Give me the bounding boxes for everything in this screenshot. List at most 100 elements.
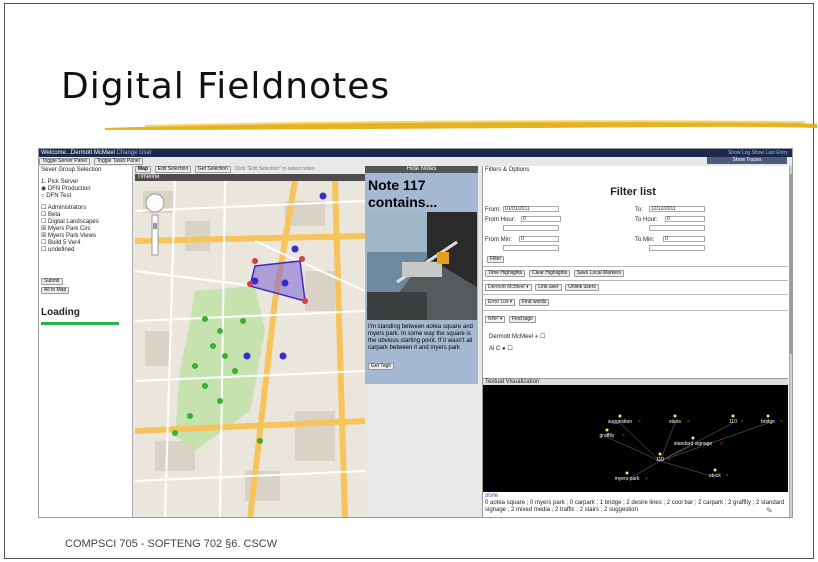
- show-traces-button[interactable]: Show Traces: [707, 157, 787, 164]
- slide-title: Digital Fieldnotes: [61, 66, 391, 107]
- remove-word-icon[interactable]: ×: [668, 457, 671, 463]
- remove-word-icon[interactable]: ×: [645, 476, 648, 482]
- server-option[interactable]: ○ DFN Test: [41, 193, 99, 200]
- user-select[interactable]: Dermott McMeel ▾: [485, 284, 532, 291]
- viz-word[interactable]: 110: [656, 457, 664, 463]
- unlink-users-button[interactable]: Unlink users: [565, 284, 599, 291]
- toggle-server-panel-button[interactable]: Toggle Server Panel: [39, 158, 91, 165]
- group-checkbox[interactable]: ☐ undefined: [41, 247, 99, 254]
- remove-word-icon[interactable]: ×: [726, 473, 729, 479]
- toggle-tasks-panel-button[interactable]: Toggle Tasks Panel: [93, 158, 143, 165]
- from-min-extra[interactable]: [503, 245, 559, 251]
- title-underline-brush: [105, 120, 817, 130]
- viz-node[interactable]: [618, 414, 622, 418]
- map-view[interactable]: [135, 181, 365, 518]
- remove-word-icon[interactable]: ×: [720, 441, 723, 447]
- app-screenshot: Welcome...Dermott McMeel Change User Sho…: [38, 148, 793, 518]
- filter-button[interactable]: Filter: [487, 256, 505, 263]
- hide-notes-button[interactable]: Hide Notes: [365, 166, 478, 173]
- group-checkbox[interactable]: ☐ Digital Landscapes: [41, 219, 99, 226]
- to-hour-input[interactable]: 0: [665, 216, 705, 222]
- group-checkbox[interactable]: ☒ Myers Park Views: [41, 233, 99, 240]
- toolbar: Toggle Server Panel Toggle Tasks Panel: [39, 158, 145, 165]
- find-words-button[interactable]: Find words: [518, 299, 550, 306]
- from-hour-extra[interactable]: [503, 225, 559, 231]
- remove-word-icon[interactable]: ×: [741, 419, 744, 425]
- viz-word[interactable]: stairs: [669, 419, 681, 425]
- add-to-map-button[interactable]: All to Map: [41, 287, 70, 294]
- green-pin-icon: ●: [534, 334, 539, 340]
- viz-node[interactable]: [713, 468, 717, 472]
- viz-word[interactable]: myers park: [615, 476, 640, 482]
- viz-node[interactable]: [625, 471, 629, 475]
- remove-word-icon[interactable]: ×: [638, 419, 641, 425]
- tag-type-select[interactable]: NNP ▾: [485, 316, 506, 323]
- filter-list-title: Filter list: [610, 186, 656, 198]
- from-min-input[interactable]: 0: [519, 236, 559, 242]
- pencil-icon[interactable]: ✎: [766, 506, 773, 515]
- group-checkbox[interactable]: ☐ Build 5 Ver4: [41, 240, 99, 247]
- viz-node[interactable]: [731, 414, 735, 418]
- viz-node[interactable]: [673, 414, 677, 418]
- group-checkbox[interactable]: ☒ Myers Park Circ: [41, 226, 99, 233]
- to-date-input[interactable]: 12/12/2011: [649, 206, 705, 212]
- user-visibility-checkbox[interactable]: ☐: [507, 346, 512, 352]
- group-checkbox[interactable]: ☐ Beta: [41, 212, 99, 219]
- note-panel: Hide Notes Note 117 contains... I'm stan…: [365, 166, 478, 384]
- user-link-row: Dermott McMeel ▾ Link user Unlink users: [485, 284, 601, 291]
- viz-node[interactable]: [691, 436, 695, 440]
- term-frequency-list: 0 aotea square ; 0 myers park ; 0 carpar…: [485, 500, 785, 513]
- viz-word[interactable]: 110: [729, 419, 737, 425]
- time-highlights-button[interactable]: Time Highlights: [485, 270, 526, 277]
- map-toolbar: Map Edit Selection Get Selection Click "…: [135, 166, 365, 173]
- timeline-bar[interactable]: Timeline: [135, 174, 365, 181]
- get-selection-button[interactable]: Get Selection: [194, 166, 231, 173]
- divider: [483, 266, 788, 267]
- viz-word[interactable]: graffity: [600, 433, 615, 439]
- viz-node[interactable]: [658, 452, 662, 456]
- server-option[interactable]: ◉ DFN Production: [41, 186, 99, 193]
- filters-scrollbar[interactable]: [789, 166, 792, 517]
- clear-highlights-button[interactable]: Clear Highlights: [528, 270, 571, 277]
- change-user-link[interactable]: Change User: [117, 150, 152, 156]
- error-list-select[interactable]: Error List ▾: [485, 299, 516, 306]
- filters-panel: Filters & Options Filter list From: 01/0…: [482, 166, 792, 517]
- group-checkbox[interactable]: ☐ Administrators: [41, 205, 99, 212]
- note-title: Note 117 contains...: [368, 177, 438, 210]
- viz-word[interactable]: stock: [709, 473, 721, 479]
- divider: [483, 280, 788, 281]
- remove-word-icon[interactable]: ×: [687, 419, 690, 425]
- server-group-panel: Sever Group Selection 1. Pick Server ◉ D…: [39, 166, 133, 517]
- find-tags-button[interactable]: Find tags: [509, 316, 536, 323]
- viz-edge: [659, 460, 716, 478]
- from-min-label: From Min:: [485, 237, 512, 243]
- from-hour-input[interactable]: 0: [521, 216, 561, 222]
- link-user-button[interactable]: Link user: [535, 284, 562, 291]
- to-hour-extra[interactable]: [649, 225, 705, 231]
- get-tags-button[interactable]: Get Tags: [368, 363, 394, 370]
- to-min-input[interactable]: 0: [663, 236, 705, 242]
- slide-footer: COMPSCI 705 - SOFTENG 702 §6. CSCW: [65, 538, 278, 550]
- viz-word[interactable]: standard signage: [674, 441, 713, 447]
- viz-edge: [659, 444, 694, 462]
- viz-node[interactable]: [605, 428, 609, 432]
- remove-word-icon[interactable]: ×: [622, 433, 625, 439]
- top-links[interactable]: Show Log Show Last Entry: [728, 149, 788, 157]
- viz-word[interactable]: bridge: [761, 419, 775, 425]
- to-min-label: To Min:: [635, 237, 655, 243]
- submit-button[interactable]: Submit: [41, 278, 63, 285]
- edit-selection-button[interactable]: Edit Selection: [154, 166, 192, 173]
- user-visibility-checkbox[interactable]: ☐: [540, 334, 545, 340]
- viz-edge: [606, 436, 661, 462]
- words-row: Error List ▾ Find words: [485, 299, 551, 306]
- textual-visualization-graph[interactable]: suggestion × stairs × 110 × bridge × graffity × st…: [483, 385, 788, 492]
- scrollbar-thumb[interactable]: [790, 174, 792, 354]
- tab-map[interactable]: Map: [135, 166, 151, 173]
- save-local-markers-button[interactable]: Save Local Markers: [573, 270, 625, 277]
- viz-word[interactable]: suggestion: [608, 419, 632, 425]
- filters-heading: Filters & Options: [485, 167, 530, 173]
- from-date-input[interactable]: 01/01/2011: [503, 206, 559, 212]
- viz-node[interactable]: [766, 414, 770, 418]
- remove-word-icon[interactable]: ×: [780, 419, 783, 425]
- to-min-extra[interactable]: [649, 245, 705, 251]
